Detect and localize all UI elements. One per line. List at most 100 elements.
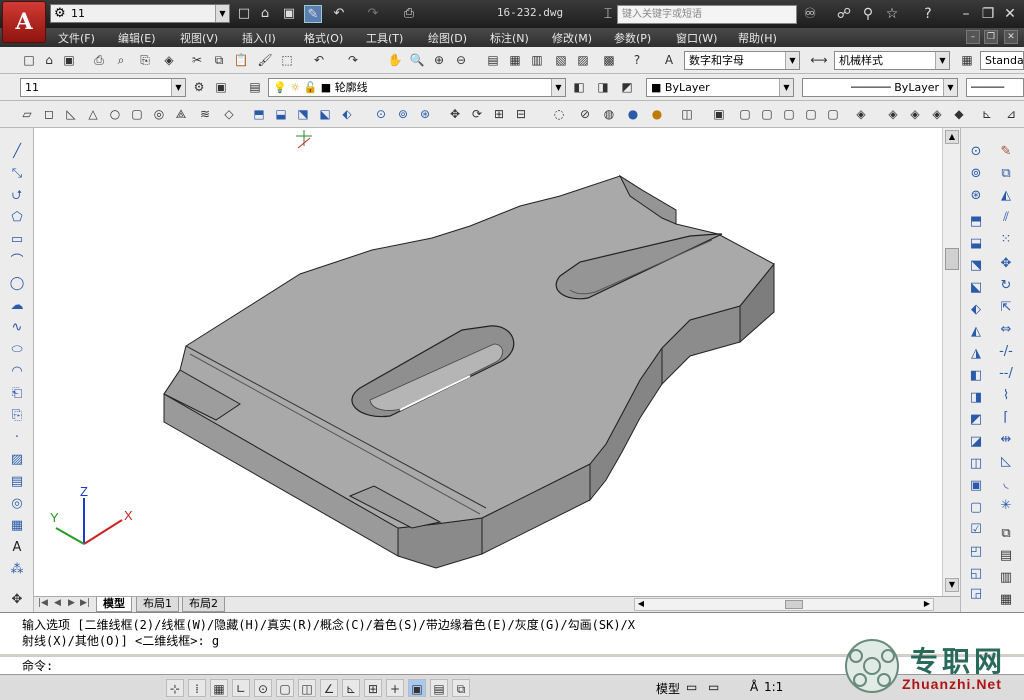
quick-view-drawings-icon[interactable]: ▭ [708,680,719,694]
explode-icon[interactable]: ✳ [995,496,1017,516]
view-se-iso-icon[interactable]: ◈ [884,105,902,123]
helix-icon[interactable]: ≋ [196,105,214,123]
pyramid-icon[interactable]: ⟁ [172,105,190,123]
menu-format[interactable]: 格式(O) [304,30,343,46]
layer-dropdown[interactable]: 💡 ☼ 🔓 ■ 轮廓线 ▼ [268,78,566,97]
workspace-dropdown[interactable]: ⚙ 11 ▼ [50,4,230,23]
menu-help[interactable]: 帮助(H) [738,30,777,46]
imprint-icon[interactable]: ◪ [965,432,987,452]
save-as-icon[interactable]: ✎ [304,5,322,23]
zoom-previous-icon[interactable]: ⊖ [452,51,470,69]
array-icon[interactable]: ⁙ [995,230,1017,250]
redo-icon[interactable]: ↷ [344,51,362,69]
offset-faces-icon[interactable]: ⬔ [965,256,987,276]
delete-faces-icon[interactable]: ⬕ [965,278,987,298]
polysolid-icon[interactable]: ▱ [18,105,36,123]
dim-style-dropdown[interactable]: 机械样式 ▼ [834,51,950,70]
extrude-faces-icon[interactable]: ⬒ [965,212,987,232]
undo-icon[interactable]: ↶ [310,51,328,69]
snap-mode-icon[interactable]: ⁞ [188,679,206,697]
menu-draw[interactable]: 绘图(D) [428,30,467,46]
selection-cycling-icon[interactable]: ⧉ [452,679,470,697]
hscroll-thumb[interactable] [785,600,803,609]
separate-icon[interactable]: ▣ [965,476,987,496]
break-icon[interactable]: ⌈ [995,408,1017,428]
paste-icon[interactable]: 📋 [232,51,250,69]
open-icon[interactable]: ⌂ [256,5,274,23]
layer-iso-icon[interactable]: ▤ [995,546,1017,566]
rectangle-icon[interactable]: ▭ [6,230,28,250]
menu-file[interactable]: 文件(F) [58,30,95,46]
open-icon[interactable]: ⌂ [40,51,58,69]
annotation-scale-value[interactable]: 1:1 [764,680,783,694]
publish-icon[interactable]: ⎘ [136,51,154,69]
construction-line-icon[interactable]: ⤡ [6,164,28,184]
mtext-icon[interactable]: A [6,538,28,558]
shaded-icon[interactable]: ● [648,105,666,123]
table-style-icon[interactable]: ▦ [958,51,976,69]
fillet-icon[interactable]: ◟ [995,474,1017,494]
offset-icon[interactable]: ⫽ [995,208,1017,228]
thicken-icon[interactable]: ◲ [965,584,987,604]
layer-copy-icon[interactable]: ⧉ [995,524,1017,544]
view-nw-iso-icon[interactable]: ◈ [928,105,946,123]
drawing-area[interactable]: Z X Y [34,128,942,596]
join-icon[interactable]: ⇹ [995,430,1017,450]
arc-icon[interactable]: ⌒ [6,252,28,272]
menu-window[interactable]: 窗口(W) [676,30,717,46]
subtract-icon[interactable]: ⊚ [394,105,412,123]
planar-surface-icon[interactable]: ◇ [220,105,238,123]
binoculars-icon[interactable]: ♾ [800,5,820,23]
polyline-icon[interactable]: ⮍ [6,186,28,206]
doc-close-icon[interactable]: ✕ [1004,30,1018,44]
view-ne-iso-icon[interactable]: ◈ [906,105,924,123]
cone-icon[interactable]: △ [84,105,102,123]
sweep-icon[interactable]: ⬔ [294,105,312,123]
view-bottom-icon[interactable]: ▢ [736,105,754,123]
dim-style-icon[interactable]: ⟷ [810,51,828,69]
sheet-set-icon[interactable]: ▧ [552,51,570,69]
scroll-thumb[interactable] [945,248,959,270]
layer-off-icon[interactable]: ▥ [995,568,1017,588]
communication-icon[interactable]: ☍ [834,5,854,23]
cylinder-icon[interactable]: ▢ [128,105,146,123]
loft-icon[interactable]: ⬖ [338,105,356,123]
3d-object-snap-icon[interactable]: ◫ [298,679,316,697]
help-icon[interactable]: ? [918,5,938,23]
layer-manager-icon[interactable]: ▤ [246,78,264,96]
properties-icon[interactable]: ▤ [484,51,502,69]
union-icon[interactable]: ⊙ [372,105,390,123]
ortho-mode-icon[interactable]: ∟ [232,679,250,697]
tab-nav-next-icon[interactable]: ▶ [68,598,75,608]
spline-icon[interactable]: ∿ [6,318,28,338]
tab-layout2[interactable]: 布局2 [182,597,225,612]
visual-styles-manager-icon[interactable]: ◫ [678,105,696,123]
make-current-icon[interactable]: ◧ [570,78,588,96]
mirror-icon[interactable]: ◭ [995,186,1017,206]
plot-icon[interactable]: ⎙ [90,51,108,69]
chamfer-icon[interactable]: ◺ [995,452,1017,472]
layer-walk-icon[interactable]: ▦ [995,590,1017,610]
scroll-down-icon[interactable]: ▼ [945,578,959,592]
preview-icon[interactable]: ⌕ [112,51,130,69]
torus-icon[interactable]: ◎ [150,105,168,123]
satellite-icon[interactable]: ⚲ [858,5,878,23]
check-icon[interactable]: ☑ [965,520,987,540]
plot-icon[interactable]: ⎙ [400,5,418,23]
copy-edges-icon[interactable]: ◨ [965,388,987,408]
menu-dimension[interactable]: 标注(N) [490,30,529,46]
copy-object-icon[interactable]: ⧉ [995,164,1017,184]
view-right-icon[interactable]: ▢ [780,105,798,123]
save-icon[interactable]: ▣ [280,5,298,23]
section-icon[interactable]: ◱ [965,564,987,584]
infer-constraints-icon[interactable]: ⊹ [166,679,184,697]
3d-rotate-icon[interactable]: ⟳ [468,105,486,123]
layer-states-icon[interactable]: ▣ [212,78,230,96]
view-left-icon[interactable]: ▢ [758,105,776,123]
annotation-scale-icon[interactable]: Å [750,680,758,694]
3d-dwf-icon[interactable]: ◈ [160,51,178,69]
intersect-icon[interactable]: ⊛ [416,105,434,123]
text-style-icon[interactable]: A [660,51,678,69]
extrude-icon[interactable]: ⬒ [250,105,268,123]
layer-settings-icon[interactable]: ⚙ [190,78,208,96]
